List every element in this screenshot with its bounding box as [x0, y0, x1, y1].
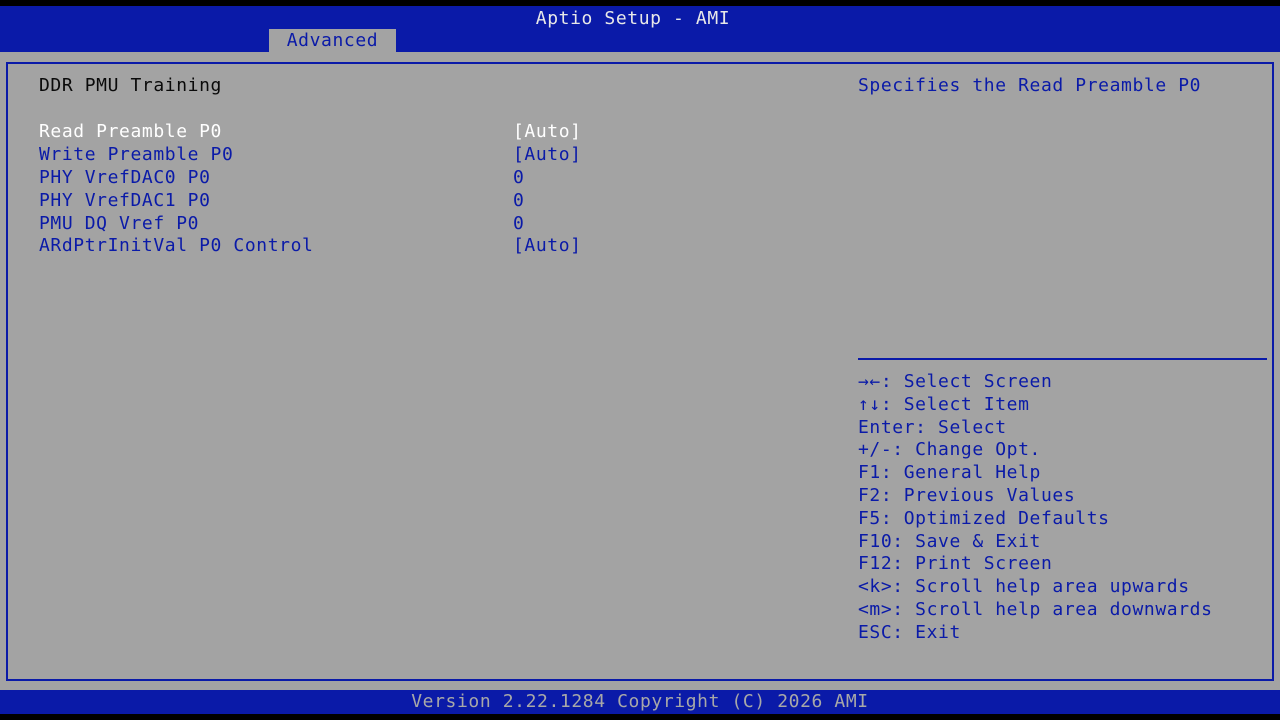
key-hint: +/-: Change Opt. [858, 439, 1041, 461]
setting-value[interactable]: [Auto] [513, 120, 582, 143]
bottom-border [0, 714, 1280, 720]
setting-label: Read Preamble P0 [39, 121, 222, 142]
version-copyright: Version 2.22.1284 Copyright (C) 2026 AMI [411, 691, 869, 712]
key-hint: F10: Save & Exit [858, 530, 1041, 552]
app-title: Aptio Setup - AMI [535, 8, 731, 29]
key-hint: F2: Previous Values [858, 484, 1076, 506]
setting-value[interactable]: 0 [513, 189, 524, 212]
setting-read-preamble-p0[interactable]: Read Preamble P0 [Auto] [39, 120, 819, 143]
key-hint: →←: Select Screen [858, 371, 1053, 392]
footer-bar: Version 2.22.1284 Copyright (C) 2026 AMI [0, 690, 1280, 714]
setting-value[interactable]: [Auto] [513, 234, 582, 257]
title-bar: Aptio Setup - AMI Advanced [0, 6, 1280, 52]
setting-value[interactable]: [Auto] [513, 143, 582, 166]
key-legend: →←: Select Screen ↑↓: Select Item Enter:… [858, 371, 1268, 645]
setting-phy-vrefdac0-p0[interactable]: PHY VrefDAC0 P0 0 [39, 166, 819, 189]
key-hint: F5: Optimized Defaults [858, 507, 1110, 529]
setting-ardptrinitval-p0-control[interactable]: ARdPtrInitVal P0 Control [Auto] [39, 234, 819, 257]
key-hint: <m>: Scroll help area downwards [858, 598, 1213, 620]
setting-phy-vrefdac1-p0[interactable]: PHY VrefDAC1 P0 0 [39, 189, 819, 212]
setting-value[interactable]: 0 [513, 166, 524, 189]
key-hint: <k>: Scroll help area upwards [858, 576, 1190, 598]
key-hint: F12: Print Screen [858, 553, 1053, 575]
tab-advanced[interactable]: Advanced [269, 29, 396, 52]
setting-label: PHY VrefDAC0 P0 [39, 167, 211, 188]
help-description: Specifies the Read Preamble P0 [858, 75, 1202, 96]
setting-label: Write Preamble P0 [39, 144, 234, 165]
setting-write-preamble-p0[interactable]: Write Preamble P0 [Auto] [39, 143, 819, 166]
help-divider [858, 358, 1267, 360]
key-hint: ↑↓: Select Item [858, 393, 1030, 415]
key-hint: ESC: Exit [858, 621, 961, 643]
section-title: DDR PMU Training [39, 75, 222, 96]
setting-label: PHY VrefDAC1 P0 [39, 190, 211, 211]
setting-value[interactable]: 0 [513, 212, 524, 235]
setting-label: PMU DQ Vref P0 [39, 213, 200, 234]
key-hint: Enter: Select [858, 416, 1007, 438]
setting-pmu-dq-vref-p0[interactable]: PMU DQ Vref P0 0 [39, 212, 819, 235]
setting-label: ARdPtrInitVal P0 Control [39, 235, 314, 256]
key-hint: F1: General Help [858, 462, 1041, 484]
